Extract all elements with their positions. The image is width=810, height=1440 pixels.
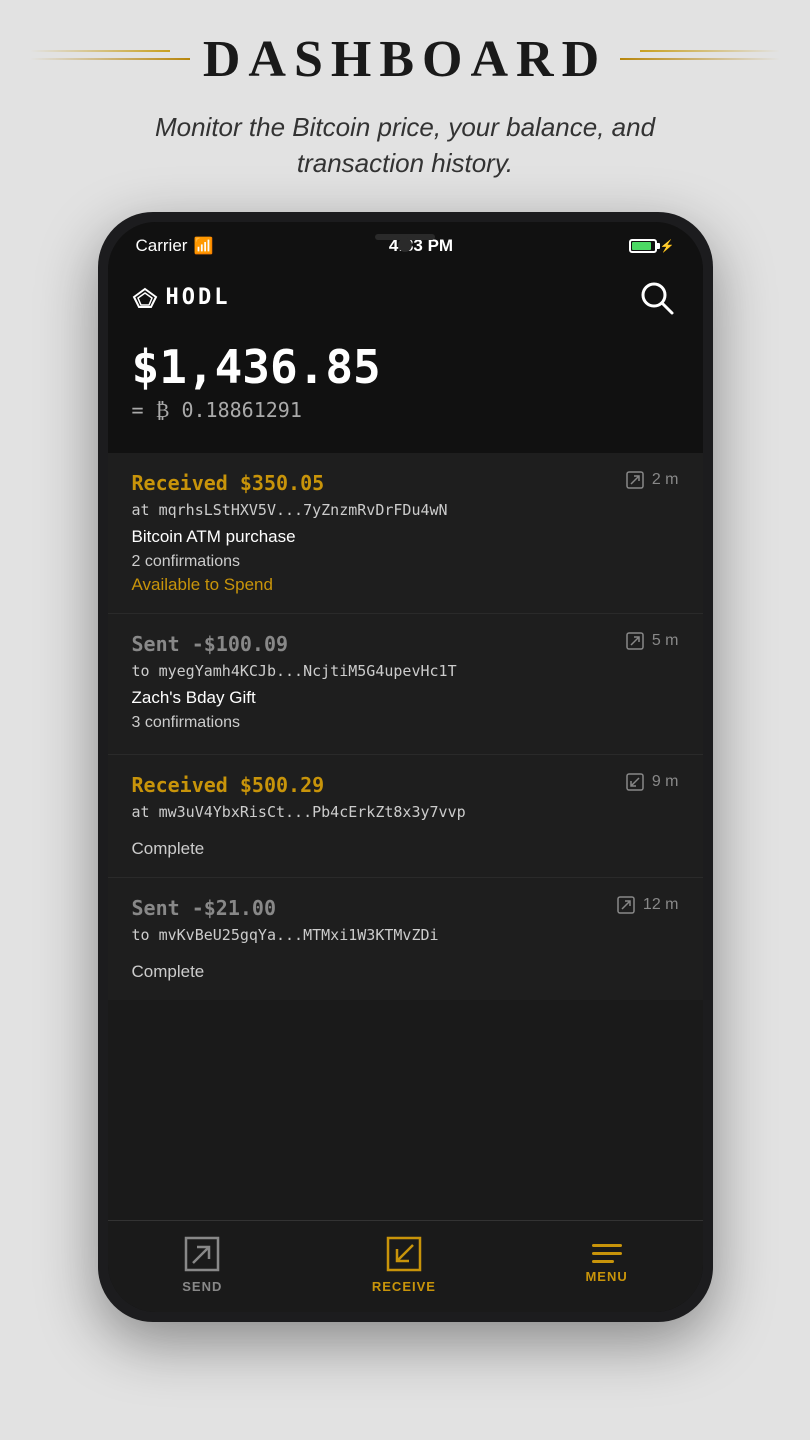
- tx-status-1: Available to Spend: [132, 575, 679, 595]
- menu-icon: [592, 1244, 622, 1263]
- tx-amount-2: Sent -$100.09: [132, 632, 289, 656]
- tx-time-label-3: 9 m: [652, 773, 679, 791]
- hodl-logo-icon: [132, 287, 158, 309]
- balance-usd: $1,436.85: [132, 340, 679, 394]
- tx-memo-1: Bitcoin ATM purchase: [132, 527, 679, 547]
- page-wrapper: DASHBOARD Monitor the Bitcoin price, you…: [0, 0, 810, 1440]
- app-logo: HODL: [132, 285, 231, 310]
- search-button[interactable]: [635, 276, 679, 320]
- transaction-item-3[interactable]: Received $500.29 9 m at mw3uV4YbxRisCt..…: [108, 755, 703, 878]
- carrier-info: Carrier 📶: [136, 236, 214, 256]
- menu-line-1: [592, 1244, 622, 1247]
- battery-indicator: ⚡: [629, 239, 675, 253]
- tx-time-label-4: 12 m: [643, 896, 679, 914]
- balance-area: $1,436.85 = ₿ 0.18861291: [108, 330, 703, 453]
- bottom-nav: SEND RECEIVE MENU: [108, 1220, 703, 1312]
- btc-value: 0.18861291: [181, 398, 301, 422]
- nav-menu-label: MENU: [585, 1269, 627, 1284]
- tx-status-3: Complete: [132, 839, 679, 859]
- receive-icon: [385, 1235, 423, 1273]
- tx-header-3: Received $500.29 9 m: [132, 773, 679, 797]
- transaction-item-1[interactable]: Received $350.05 2 m at mqrhsLStHXV5V...…: [108, 453, 703, 614]
- battery-icon: [629, 239, 657, 253]
- tx-direction-icon-3: [626, 773, 644, 791]
- phone-frame: Carrier 📶 4:33 PM ⚡: [98, 212, 713, 1322]
- page-header: DASHBOARD Monitor the Bitcoin price, you…: [0, 0, 810, 202]
- tx-address-3: at mw3uV4YbxRisCt...Pb4cErkZt8x3y7vvp: [132, 803, 679, 821]
- tx-direction-icon-4: [617, 896, 635, 914]
- tx-address-4: to mvKvBeU25gqYa...MTMxi1W3KTMvZDi: [132, 926, 679, 944]
- charging-icon: ⚡: [660, 239, 675, 253]
- battery-fill: [632, 242, 651, 250]
- tx-time-3: 9 m: [626, 773, 679, 791]
- tx-direction-icon-2: [626, 632, 644, 650]
- phone-camera: [398, 238, 412, 252]
- tx-address-1: at mqrhsLStHXV5V...7yZnzmRvDrFDu4wN: [132, 501, 679, 519]
- tx-time-4: 12 m: [617, 896, 679, 914]
- nav-receive-label: RECEIVE: [372, 1279, 436, 1294]
- header-line-left: [30, 58, 190, 60]
- tx-time-label-2: 5 m: [652, 632, 679, 650]
- menu-line-2: [592, 1252, 622, 1255]
- transaction-item-4[interactable]: Sent -$21.00 12 m to mvKvBeU25gqYa...MTM…: [108, 878, 703, 1000]
- app-header: HODL: [108, 264, 703, 330]
- tx-spacer-3: [132, 829, 679, 839]
- tx-time-2: 5 m: [626, 632, 679, 650]
- tx-amount-4: Sent -$21.00: [132, 896, 277, 920]
- search-icon: [638, 279, 676, 317]
- page-subtitle: Monitor the Bitcoin price, your balance,…: [125, 109, 685, 182]
- tx-address-2: to myegYamh4KCJb...NcjtiM5G4upevHc1T: [132, 662, 679, 680]
- carrier-label: Carrier: [136, 236, 188, 256]
- transaction-list: Received $350.05 2 m at mqrhsLStHXV5V...…: [108, 453, 703, 1220]
- tx-amount-3: Received $500.29: [132, 773, 325, 797]
- tx-time-1: 2 m: [626, 471, 679, 489]
- tx-header-1: Received $350.05 2 m: [132, 471, 679, 495]
- tx-direction-icon-1: [626, 471, 644, 489]
- tx-memo-2: Zach's Bday Gift: [132, 688, 679, 708]
- tx-confirmations-1: 2 confirmations: [132, 553, 679, 571]
- transaction-item-2[interactable]: Sent -$100.09 5 m to myegYamh4KCJb...Ncj…: [108, 614, 703, 755]
- tx-status-4: Complete: [132, 962, 679, 982]
- header-line-right: [620, 58, 780, 60]
- tx-time-label-1: 2 m: [652, 471, 679, 489]
- tx-amount-1: Received $350.05: [132, 471, 325, 495]
- balance-btc: = ₿ 0.18861291: [132, 398, 679, 423]
- tx-confirmations-2: 3 confirmations: [132, 714, 679, 732]
- app-logo-text: HODL: [166, 285, 231, 310]
- wifi-icon: 📶: [193, 236, 213, 256]
- menu-line-3: [592, 1260, 614, 1263]
- nav-send-label: SEND: [182, 1279, 222, 1294]
- tx-header-4: Sent -$21.00 12 m: [132, 896, 679, 920]
- nav-receive[interactable]: RECEIVE: [372, 1235, 436, 1294]
- tx-spacer-4: [132, 952, 679, 962]
- nav-send[interactable]: SEND: [182, 1235, 222, 1294]
- phone-screen: Carrier 📶 4:33 PM ⚡: [108, 222, 703, 1312]
- btc-prefix: = ₿: [132, 398, 170, 422]
- nav-menu[interactable]: MENU: [585, 1244, 627, 1284]
- send-icon: [183, 1235, 221, 1273]
- tx-header-2: Sent -$100.09 5 m: [132, 632, 679, 656]
